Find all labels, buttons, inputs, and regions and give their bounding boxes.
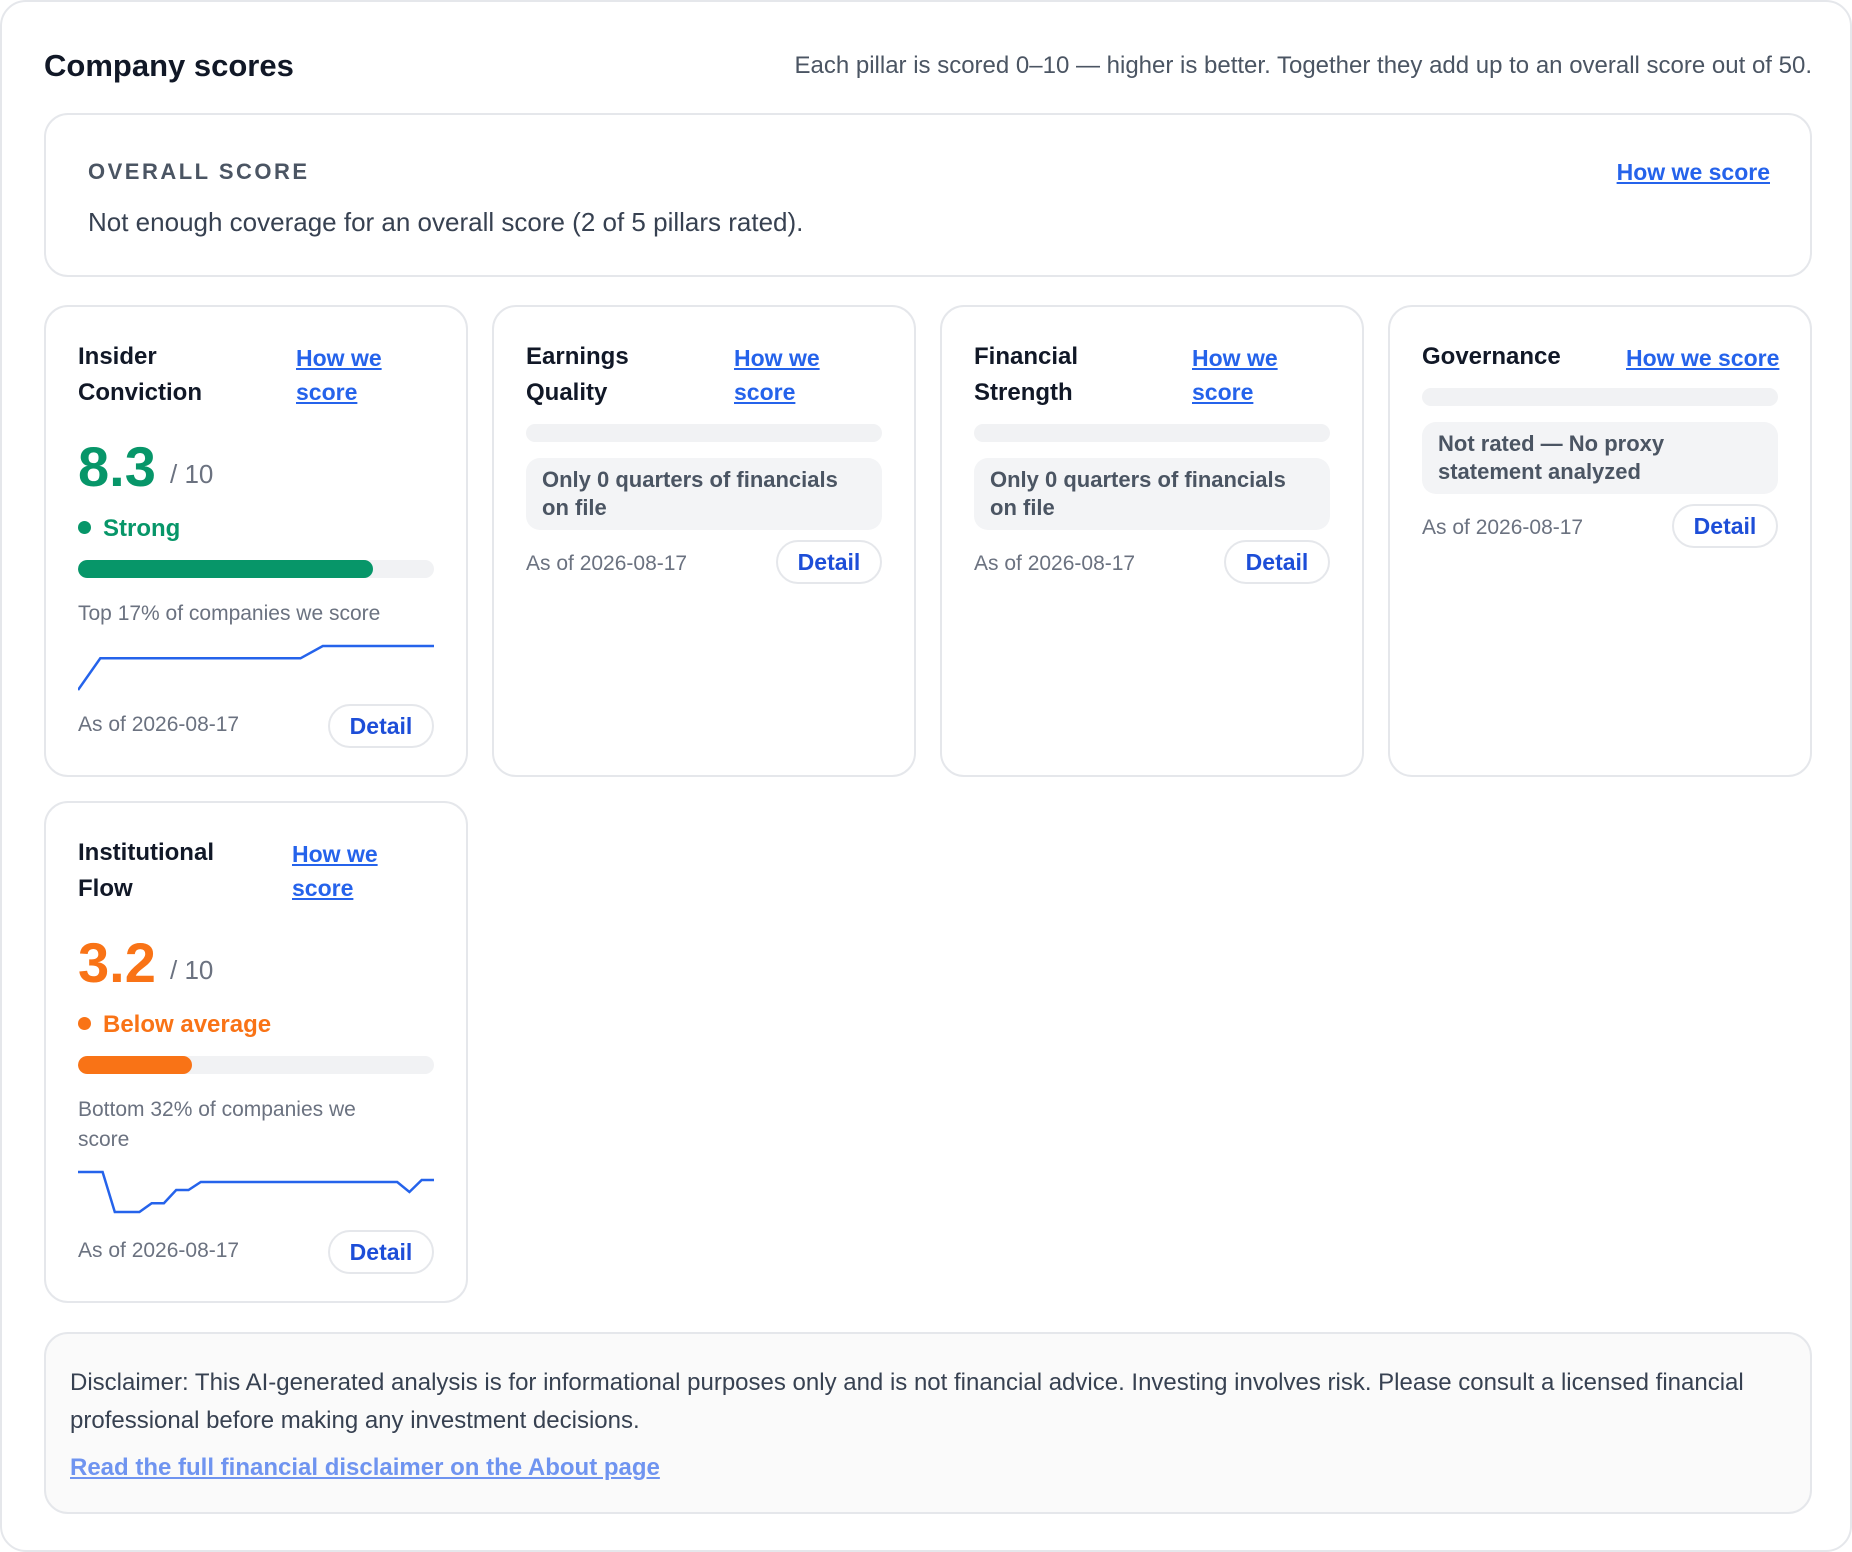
pillar-as-of: As of 2026-08-17 [78, 1239, 240, 1262]
pillar-how-we-score-link[interactable]: How we score [296, 341, 406, 409]
pillar-band-label: Strong [103, 515, 181, 542]
pillar-how-we-score-link[interactable]: How we score [1626, 341, 1779, 375]
pillar-band-label: Below average [103, 1011, 272, 1038]
pillar-sparkline [78, 1170, 434, 1214]
disclaimer-link[interactable]: Read the full financial disclaimer on th… [70, 1454, 660, 1482]
detail-button[interactable]: Detail [328, 1230, 434, 1274]
pillar-score-bar [78, 560, 434, 578]
pillar-card-governance: Governance How we score Not rated — No p… [1388, 305, 1812, 777]
pillar-score-bar-empty [974, 424, 1330, 442]
pillar-score-bar-empty [1422, 388, 1778, 406]
pillar-coverage-note: Only 0 quarters of financials on file [974, 458, 1330, 530]
company-scores-panel: Company scores Each pillar is scored 0–1… [0, 0, 1852, 1552]
pillar-name: Governance [1422, 343, 1561, 370]
pillar-card-insider-conviction: Insider Conviction How we score 8.3 / 10… [44, 305, 468, 777]
pillar-score-bar-fill [78, 560, 374, 578]
pillar-sparkline [78, 644, 434, 691]
sparkline-path [78, 1170, 434, 1214]
pillar-how-we-score-link[interactable]: How we score [1192, 341, 1302, 409]
pillar-score-bar-empty [526, 424, 882, 442]
pillar-as-of: As of 2026-08-17 [974, 552, 1136, 575]
overall-how-we-score-link[interactable]: How we score [1617, 159, 1770, 186]
pillar-coverage-note: Not rated — No proxy statement analyzed [1422, 422, 1778, 494]
pillar-name: Institutional Flow [78, 839, 214, 902]
pillar-card-financial-strength: Financial Strength How we score Only 0 q… [940, 305, 1364, 777]
pillar-how-we-score-link[interactable]: How we score [734, 341, 844, 409]
overall-score-message: Not enough coverage for an overall score… [88, 207, 804, 237]
pillar-as-of: As of 2026-08-17 [78, 713, 240, 736]
detail-button[interactable]: Detail [1224, 540, 1330, 584]
sparkline-path [78, 644, 434, 691]
pillar-score-max: / 10 [170, 955, 214, 985]
disclaimer-text: Disclaimer: This AI-generated analysis i… [70, 1369, 1744, 1434]
pillar-score-max: / 10 [170, 459, 214, 489]
section-subtitle: Each pillar is scored 0–10 — higher is b… [794, 52, 1812, 79]
detail-button[interactable]: Detail [776, 540, 882, 584]
section-title: Company scores [44, 48, 294, 83]
pillar-name: Earnings Quality [526, 343, 629, 406]
pillar-score: 8.3 [78, 435, 156, 498]
pillar-name: Financial Strength [974, 343, 1079, 406]
pillar-as-of: As of 2026-08-17 [1422, 516, 1584, 539]
pillar-score-bar [78, 1056, 434, 1074]
section-header: Company scores Each pillar is scored 0–1… [44, 46, 1812, 90]
band-dot-icon [78, 1017, 91, 1030]
pillar-score: 3.2 [78, 931, 156, 994]
pillar-card-earnings-quality: Earnings Quality How we score Only 0 qua… [492, 305, 916, 777]
pillar-coverage-note: Only 0 quarters of financials on file [526, 458, 882, 530]
pillar-score-bar-fill [78, 1056, 192, 1074]
pillar-card-institutional-flow: Institutional Flow How we score 3.2 / 10… [44, 801, 468, 1303]
pillar-band: Strong [78, 515, 180, 543]
pillar-how-we-score-link[interactable]: How we score [292, 837, 402, 905]
disclaimer-box: Disclaimer: This AI-generated analysis i… [44, 1332, 1812, 1514]
detail-button[interactable]: Detail [328, 704, 434, 748]
pillar-band: Below average [78, 1011, 271, 1039]
overall-score-label: OVERALL SCORE [88, 159, 310, 184]
pillar-percentile: Top 17% of companies we score [78, 602, 381, 625]
detail-button[interactable]: Detail [1672, 504, 1778, 548]
pillar-percentile: Bottom 32% of companies we score [78, 1098, 356, 1151]
band-dot-icon [78, 521, 91, 534]
pillar-name: Insider Conviction [78, 343, 202, 406]
overall-score-card: OVERALL SCORE Not enough coverage for an… [44, 113, 1812, 277]
pillar-as-of: As of 2026-08-17 [526, 552, 688, 575]
